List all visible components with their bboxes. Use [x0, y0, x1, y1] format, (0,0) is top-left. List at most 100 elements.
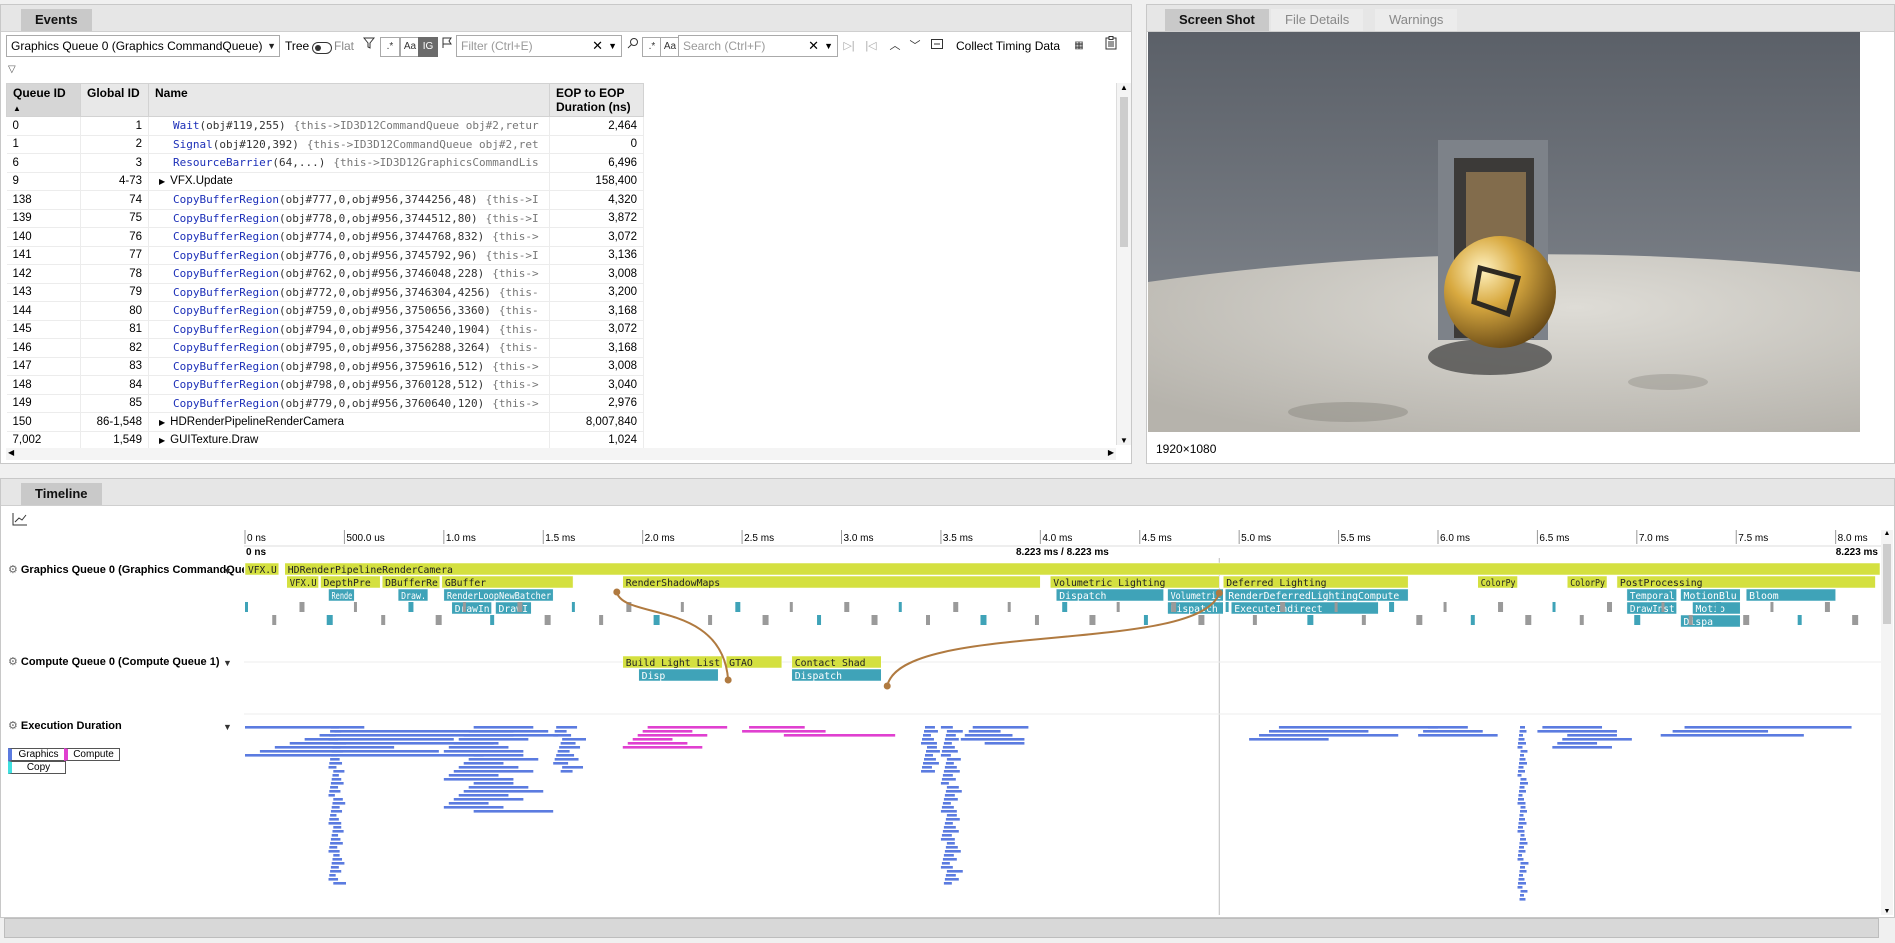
- legend-graphics[interactable]: Graphics: [8, 748, 66, 761]
- execution-duration-row-label[interactable]: ⚙ Execution Duration: [8, 719, 122, 732]
- event-name-cell[interactable]: CopyBufferRegion(obj#774,0,obj#956,37447…: [148, 227, 550, 247]
- scroll-down-icon[interactable]: ▼: [1117, 436, 1131, 445]
- event-name-cell[interactable]: CopyBufferRegion(obj#776,0,obj#956,37457…: [148, 246, 550, 265]
- event-name-cell[interactable]: CopyBufferRegion(obj#795,0,obj#956,37562…: [148, 338, 550, 358]
- timeline-vscroll-thumb[interactable]: [1883, 544, 1891, 624]
- scroll-down-icon[interactable]: ▼: [1881, 908, 1893, 915]
- event-name-cell[interactable]: CopyBufferRegion(obj#777,0,obj#956,37442…: [148, 190, 550, 210]
- tree-flat-toggle[interactable]: [312, 42, 332, 54]
- event-name-cell[interactable]: ▶ VFX.Update: [148, 172, 550, 191]
- scroll-up-icon[interactable]: ▲: [1117, 83, 1131, 92]
- filter-funnel-icon[interactable]: [360, 36, 378, 56]
- event-name-cell[interactable]: CopyBufferRegion(obj#798,0,obj#956,37596…: [148, 357, 550, 376]
- collect-timing-button[interactable]: Collect Timing Data: [956, 35, 1060, 57]
- scroll-up-icon[interactable]: ▲: [1881, 530, 1893, 537]
- table-row[interactable]: 0 1 Wait(obj#119,255) {this->ID3D12CommandQ…: [6, 116, 644, 136]
- event-name-cell[interactable]: CopyBufferRegion(obj#759,0,obj#956,37506…: [148, 301, 550, 321]
- clear-filter-icon[interactable]: ✕: [592, 36, 603, 56]
- col-duration[interactable]: EOP to EOP Duration (ns): [549, 83, 644, 117]
- chevron-down-icon[interactable]: ▼: [824, 36, 833, 56]
- events-hscrollbar[interactable]: ◀ ▶: [6, 448, 1116, 460]
- marker-icon[interactable]: ▦: [1070, 36, 1088, 56]
- event-name-cell[interactable]: CopyBufferRegion(obj#779,0,obj#956,37606…: [148, 394, 550, 413]
- prev-result-icon[interactable]: |◁: [862, 36, 880, 56]
- expand-arrow-icon[interactable]: ▶: [159, 436, 165, 445]
- view-flat-label[interactable]: Flat: [334, 35, 354, 57]
- regex-filter-button[interactable]: .*: [380, 37, 400, 57]
- legend-compute[interactable]: Compute: [64, 748, 120, 761]
- table-row[interactable]: 7,002 1,549 ▶ GUITexture.Draw 1,024: [6, 431, 644, 450]
- table-row[interactable]: 143 79 CopyBufferRegion(obj#772,0,obj#956,…: [6, 283, 644, 302]
- legend-copy[interactable]: Copy: [8, 761, 66, 774]
- table-row[interactable]: 6 3 ResourceBarrier(64,...) {this->ID3D12Gr…: [6, 153, 644, 173]
- table-row[interactable]: 147 83 CopyBufferRegion(obj#798,0,obj#956,…: [6, 357, 644, 376]
- gear-icon[interactable]: ⚙: [8, 563, 18, 576]
- clipboard-icon[interactable]: [1102, 36, 1120, 56]
- events-vscroll-thumb[interactable]: [1120, 97, 1128, 247]
- gear-icon[interactable]: ⚙: [8, 719, 18, 732]
- events-vscrollbar[interactable]: ▲ ▼: [1116, 83, 1131, 445]
- event-name-cell[interactable]: Signal(obj#120,392) {this->ID3D12CommandQ…: [148, 135, 550, 154]
- scroll-left-icon[interactable]: ◀: [8, 448, 14, 457]
- table-row[interactable]: 150 86-1,548 ▶ HDRenderPipelineRenderCamera…: [6, 412, 644, 432]
- table-row[interactable]: 139 75 CopyBufferRegion(obj#778,0,obj#956,…: [6, 209, 644, 228]
- timeline-chart[interactable]: 0 ns 500.0 us 1.0 ms 1.5 ms 2.0 ms 2.5 ms 3.0 …: [244, 530, 1885, 915]
- event-name-cell[interactable]: ▶ GUITexture.Draw: [148, 431, 550, 450]
- search-input[interactable]: Search (Ctrl+F) ✕ ▼: [678, 35, 838, 57]
- collect-timing-icon[interactable]: [928, 36, 946, 56]
- regex-search-button[interactable]: .*: [642, 37, 662, 57]
- scroll-right-icon[interactable]: ▶: [1108, 448, 1114, 457]
- event-name-cell[interactable]: CopyBufferRegion(obj#798,0,obj#956,37601…: [148, 375, 550, 395]
- expand-arrow-icon[interactable]: ▶: [159, 418, 165, 427]
- event-name-cell[interactable]: CopyBufferRegion(obj#778,0,obj#956,37445…: [148, 209, 550, 228]
- tab-warnings[interactable]: Warnings: [1375, 9, 1458, 31]
- event-name-cell[interactable]: CopyBufferRegion(obj#772,0,obj#956,37463…: [148, 283, 550, 302]
- event-name-cell[interactable]: ResourceBarrier(64,...) {this->ID3D12Grap…: [148, 153, 550, 173]
- case-search-button[interactable]: Aa: [660, 37, 680, 57]
- filter-input[interactable]: Filter (Ctrl+E) ✕ ▼: [456, 35, 622, 57]
- chevron-down-icon[interactable]: ▼: [223, 722, 232, 732]
- tab-file-details[interactable]: File Details: [1271, 9, 1364, 31]
- next-result-icon[interactable]: ▷|: [840, 36, 858, 56]
- collapse-toggle-icon[interactable]: ▽: [8, 64, 16, 75]
- bookmark-flag-icon[interactable]: [438, 36, 456, 56]
- table-row[interactable]: 144 80 CopyBufferRegion(obj#759,0,obj#956,…: [6, 301, 644, 321]
- table-row[interactable]: 146 82 CopyBufferRegion(obj#795,0,obj#956,…: [6, 338, 644, 358]
- view-tree-label[interactable]: Tree: [285, 35, 309, 57]
- timeline-vscrollbar[interactable]: ▲ ▼: [1881, 530, 1893, 915]
- tab-timeline[interactable]: Timeline: [21, 483, 102, 505]
- timeline-hscrollbar[interactable]: [4, 918, 1879, 938]
- col-global-id[interactable]: Global ID: [80, 83, 149, 117]
- col-queue-id[interactable]: Queue ID ▲: [6, 83, 81, 117]
- event-name-cell[interactable]: CopyBufferRegion(obj#762,0,obj#956,37460…: [148, 264, 550, 284]
- chevron-up-icon[interactable]: ︿: [886, 36, 904, 56]
- event-name-cell[interactable]: ▶ HDRenderPipelineRenderCamera: [148, 412, 550, 432]
- chevron-down-icon[interactable]: ▼: [223, 566, 232, 576]
- ig-filter-button[interactable]: IG: [418, 37, 438, 57]
- table-row[interactable]: 145 81 CopyBufferRegion(obj#794,0,obj#956,…: [6, 320, 644, 339]
- gear-icon[interactable]: ⚙: [8, 655, 18, 668]
- table-row[interactable]: 140 76 CopyBufferRegion(obj#774,0,obj#956,…: [6, 227, 644, 247]
- table-row[interactable]: 149 85 CopyBufferRegion(obj#779,0,obj#956,…: [6, 394, 644, 413]
- tab-events[interactable]: Events: [21, 9, 92, 31]
- chevron-down-icon[interactable]: ▼: [608, 36, 617, 56]
- tab-screen-shot[interactable]: Screen Shot: [1165, 9, 1269, 31]
- expand-arrow-icon[interactable]: ▶: [159, 177, 165, 186]
- chevron-down-icon[interactable]: ▼: [223, 658, 232, 668]
- queue-select[interactable]: Graphics Queue 0 (Graphics CommandQueue)…: [6, 35, 280, 57]
- table-row[interactable]: 138 74 CopyBufferRegion(obj#777,0,obj#956,…: [6, 190, 644, 210]
- table-row[interactable]: 9 4-73 ▶ VFX.Update 158,400: [6, 172, 644, 191]
- chart-mode-icon[interactable]: [12, 512, 28, 529]
- event-name-cell[interactable]: Wait(obj#119,255) {this->ID3D12CommandQue…: [148, 116, 550, 136]
- compute-queue-row-label[interactable]: ⚙ Compute Queue 0 (Compute Queue 1): [8, 655, 220, 668]
- chevron-down-icon[interactable]: ﹀: [906, 36, 924, 56]
- table-row[interactable]: 142 78 CopyBufferRegion(obj#762,0,obj#956,…: [6, 264, 644, 284]
- table-row[interactable]: 148 84 CopyBufferRegion(obj#798,0,obj#956,…: [6, 375, 644, 395]
- case-filter-button[interactable]: Aa: [400, 37, 420, 57]
- clear-search-icon[interactable]: ✕: [808, 36, 819, 56]
- event-name-cell[interactable]: CopyBufferRegion(obj#794,0,obj#956,37542…: [148, 320, 550, 339]
- graphics-exec-bar: [332, 802, 346, 805]
- col-name[interactable]: Name: [148, 83, 550, 117]
- table-row[interactable]: 141 77 CopyBufferRegion(obj#776,0,obj#956,…: [6, 246, 644, 265]
- table-row[interactable]: 1 2 Signal(obj#120,392) {this->ID3D12Comman…: [6, 135, 644, 154]
